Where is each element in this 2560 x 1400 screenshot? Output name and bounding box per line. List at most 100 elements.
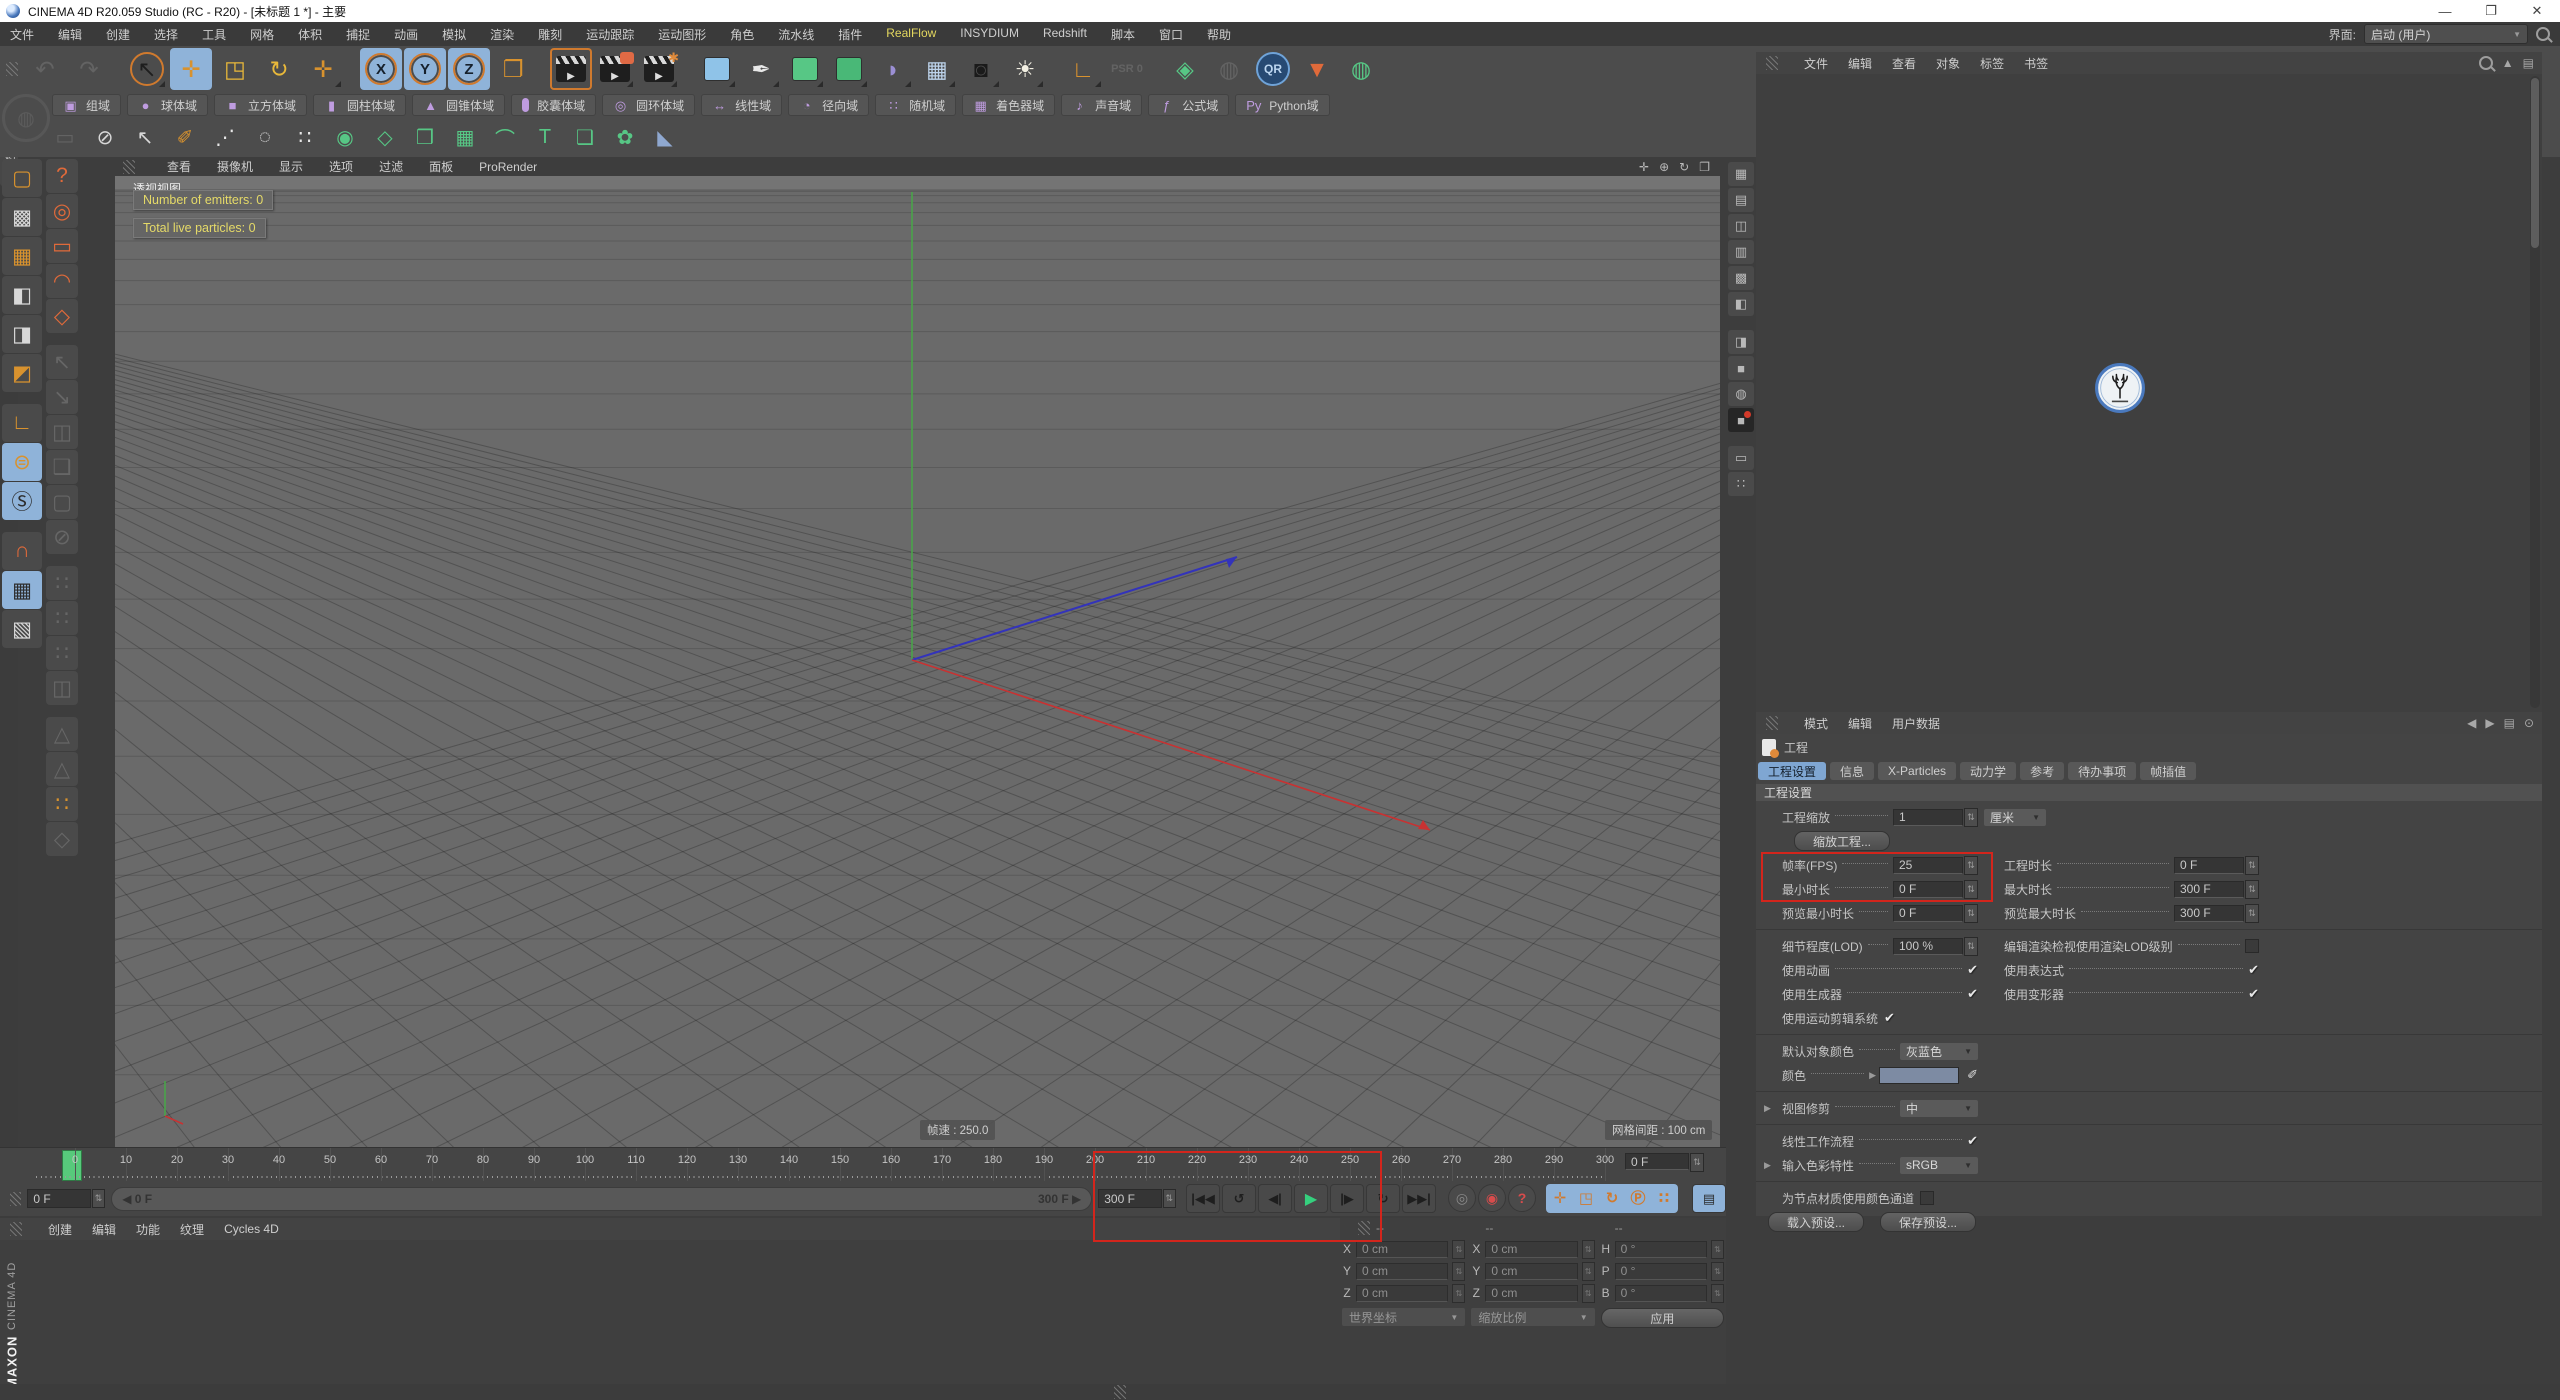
- visibility-square-icon[interactable]: ◫: [46, 671, 78, 705]
- ruler-tick[interactable]: 300: [1596, 1154, 1614, 1166]
- menubar-item-7[interactable]: 捕捉: [346, 26, 370, 43]
- points-mode-button[interactable]: ◧: [2, 276, 42, 314]
- disabled-tool-icon[interactable]: ▢: [46, 485, 78, 519]
- undo-button[interactable]: ↶: [24, 48, 66, 90]
- live-selection-button[interactable]: ◎: [46, 194, 78, 228]
- menubar-item-10[interactable]: 渲染: [490, 26, 514, 43]
- record-snapshot-button[interactable]: ◎: [1448, 1184, 1477, 1212]
- object-menu-5[interactable]: 书签: [2024, 55, 2048, 72]
- attribute-menu-corner-icon-2[interactable]: ▤: [2504, 716, 2515, 730]
- scale-project-button[interactable]: 缩放工程...: [1794, 831, 1891, 851]
- coordinate-spinner[interactable]: ⇅: [1710, 1261, 1724, 1281]
- object-list[interactable]: [1756, 74, 2528, 712]
- dots-circle-icon[interactable]: ◌: [246, 120, 284, 155]
- key-rotation-toggle[interactable]: ↻: [1599, 1185, 1625, 1210]
- coordinate-field-x-0[interactable]: 0 cm: [1356, 1240, 1449, 1258]
- ruler-tick[interactable]: 130: [729, 1154, 747, 1166]
- axis-mode-button[interactable]: ∟: [2, 404, 42, 442]
- preview-min-field[interactable]: 0 F: [1893, 904, 1963, 922]
- menubar-item-4[interactable]: 工具: [202, 26, 226, 43]
- visibility-dots-icon[interactable]: ∷: [46, 566, 78, 600]
- coordinate-field-z-0[interactable]: 0 cm: [1356, 1284, 1449, 1302]
- menubar-item-21[interactable]: 窗口: [1159, 26, 1183, 43]
- x-axis-lock-button[interactable]: X: [360, 48, 402, 90]
- ruler-tick[interactable]: 50: [324, 1154, 336, 1166]
- close-button[interactable]: ✕: [2514, 0, 2560, 22]
- menubar-item-22[interactable]: 帮助: [1207, 26, 1231, 43]
- material-menu-0[interactable]: 创建: [48, 1221, 72, 1238]
- linear-workflow-checkbox[interactable]: ✔: [1967, 1133, 1978, 1149]
- linear-field-button[interactable]: ↔ 线性域: [701, 94, 783, 116]
- visibility-dots-icon[interactable]: ∷: [46, 636, 78, 670]
- y-axis-lock-button[interactable]: Y: [404, 48, 446, 90]
- dock-icon-0[interactable]: ▦: [1728, 162, 1754, 186]
- disabled-tool-icon[interactable]: ⊘: [46, 520, 78, 554]
- lod-field-spinner[interactable]: ⇅: [1964, 936, 1978, 956]
- array-generator-button[interactable]: [828, 48, 870, 90]
- menubar-item-9[interactable]: 模拟: [442, 26, 466, 43]
- ruler-tick[interactable]: 90: [528, 1154, 540, 1166]
- use-deformers-checkbox[interactable]: ✔: [2248, 986, 2259, 1002]
- material-menu-1[interactable]: 编辑: [92, 1221, 116, 1238]
- point-brush-icon[interactable]: ✐: [166, 120, 204, 155]
- points-arrow-button[interactable]: ∷: [46, 787, 78, 821]
- visibility-dots-icon[interactable]: ∷: [46, 601, 78, 635]
- object-menu-1[interactable]: 编辑: [1848, 55, 1872, 72]
- search-icon[interactable]: [2536, 27, 2550, 41]
- menubar-item-0[interactable]: 文件: [10, 26, 34, 43]
- dots-diagonal-icon[interactable]: ⋰: [206, 120, 244, 155]
- menubar-item-11[interactable]: 雕刻: [538, 26, 562, 43]
- menubar-item-12[interactable]: 运动跟踪: [586, 26, 634, 43]
- coordinate-spinner[interactable]: ⇅: [1452, 1261, 1466, 1281]
- light-button[interactable]: ☀: [1004, 48, 1046, 90]
- attribute-manager-grip[interactable]: [1766, 716, 1778, 730]
- add-cube-primitive-button[interactable]: [696, 48, 738, 90]
- qr-button[interactable]: QR: [1252, 48, 1294, 90]
- coordinate-spinner[interactable]: ⇅: [1710, 1283, 1724, 1303]
- use-expressions-checkbox[interactable]: ✔: [2248, 962, 2259, 978]
- material-grip[interactable]: [10, 1222, 22, 1236]
- expand-icon[interactable]: ▶: [1764, 1160, 1771, 1171]
- capsule-field-button[interactable]: 胶囊体域: [511, 94, 597, 116]
- ruler-tick[interactable]: 190: [1035, 1154, 1053, 1166]
- menubar-item-6[interactable]: 体积: [298, 26, 322, 43]
- preview-max-field[interactable]: 300 F: [2174, 904, 2244, 922]
- ruler-tick[interactable]: 100: [576, 1154, 594, 1166]
- group-field-button[interactable]: ▣ 组域: [52, 94, 122, 116]
- project-scale-unit-select[interactable]: 厘米 ▼: [1984, 808, 2046, 826]
- edges-mode-button[interactable]: ◨: [2, 315, 42, 353]
- dock-icon-10[interactable]: ▭: [1728, 446, 1754, 470]
- dock-icon-4[interactable]: ▩: [1728, 266, 1754, 290]
- view-clipping-select[interactable]: 中 ▼: [1900, 1099, 1978, 1117]
- tab-attr-5[interactable]: 待办事项: [2068, 762, 2137, 780]
- save-preset-button[interactable]: 保存预设...: [1880, 1212, 1977, 1232]
- object-manager-grip[interactable]: [1766, 56, 1778, 70]
- viewport-solo-button[interactable]: ⊜: [2, 443, 42, 481]
- polygon-selection-button[interactable]: ◇: [46, 299, 78, 333]
- scrollbar[interactable]: [2530, 76, 2540, 708]
- magnet-snap-button[interactable]: ∩: [2, 532, 42, 570]
- menubar-item-3[interactable]: 选择: [154, 26, 178, 43]
- ruler-tick[interactable]: 180: [984, 1154, 1002, 1166]
- subdivision-surface-button[interactable]: [784, 48, 826, 90]
- record-keyframe-button[interactable]: ◉: [1478, 1184, 1507, 1212]
- ruler-tick[interactable]: 0: [72, 1154, 78, 1166]
- menubar-item-8[interactable]: 动画: [394, 26, 418, 43]
- frame-spin-field[interactable]: 0 F: [27, 1189, 91, 1208]
- pen-spline-button[interactable]: ✒: [740, 48, 782, 90]
- plugin-lights-button[interactable]: ◍: [1340, 48, 1382, 90]
- ruler-tick[interactable]: 20: [171, 1154, 183, 1166]
- viewport-corner-icon-1[interactable]: ⊕: [1659, 160, 1669, 174]
- object-menu-search-icon[interactable]: [2478, 56, 2493, 70]
- disabled-tool-icon[interactable]: ❑: [46, 450, 78, 484]
- z-axis-lock-button[interactable]: Z: [448, 48, 490, 90]
- ruler-tick[interactable]: 10: [120, 1154, 132, 1166]
- make-editable-icon[interactable]: ❒: [406, 120, 444, 155]
- frame-spinner[interactable]: ⇅: [91, 1189, 106, 1208]
- ruler-tick[interactable]: 270: [1443, 1154, 1461, 1166]
- bead-chain-icon[interactable]: ⌒: [486, 120, 524, 155]
- commander-button[interactable]: ?: [46, 159, 78, 193]
- shader-field-button[interactable]: ▦ 着色器域: [962, 94, 1056, 116]
- lasso-selection-button[interactable]: ◠: [46, 264, 78, 298]
- ruler-tick[interactable]: 110: [627, 1154, 645, 1166]
